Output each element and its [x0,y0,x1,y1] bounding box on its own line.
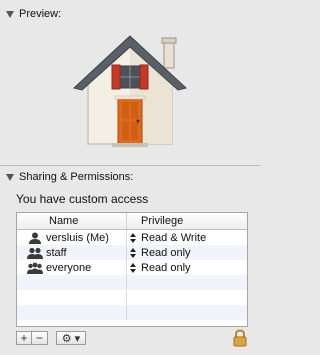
access-status: You have custom access [16,192,149,206]
user-name: versluis (Me) [46,231,109,244]
everyone-group-icon [27,262,43,274]
privilege-cell[interactable]: Read & Write [127,230,206,245]
column-header-privilege[interactable]: Privilege [127,213,183,229]
table-row[interactable]: staff Read only [17,245,247,260]
stepper-arrows-icon[interactable] [129,232,137,244]
privilege-value: Read only [141,246,191,259]
sharing-title: Sharing & Permissions: [19,171,134,183]
table-row[interactable]: versluis (Me) Read & Write [17,230,247,245]
name-cell: everyone [17,260,127,275]
permissions-table[interactable]: Name Privilege versluis (Me) Read & Writ… [16,212,248,327]
disclosure-triangle-icon[interactable] [6,173,14,181]
privilege-cell[interactable]: Read only [127,245,191,260]
section-divider [0,165,260,166]
name-cell: versluis (Me) [17,230,127,245]
lock-icon[interactable] [232,329,248,347]
name-cell: staff [17,245,127,260]
stepper-arrows-icon[interactable] [129,247,137,259]
disclosure-triangle-icon[interactable] [6,10,14,18]
sharing-header[interactable]: Sharing & Permissions: [0,169,260,185]
single-user-icon [29,232,41,244]
table-row[interactable]: everyone Read only [17,260,247,275]
stepper-arrows-icon[interactable] [129,262,137,274]
table-footer: + − ⚙ ▾ [16,330,86,346]
table-header: Name Privilege [17,213,247,230]
action-menu-button[interactable]: ⚙ ▾ [56,331,86,345]
user-name: staff [46,246,67,259]
home-folder-preview [60,22,200,154]
remove-button[interactable]: − [32,331,48,345]
privilege-value: Read & Write [141,231,207,244]
user-name: everyone [46,261,92,274]
group-icon [27,247,43,259]
privilege-value: Read only [141,261,191,274]
preview-title: Preview: [19,8,62,20]
house-icon [72,35,188,147]
column-header-name[interactable]: Name [17,213,127,229]
preview-header[interactable]: Preview: [0,6,260,22]
empty-row [17,290,247,305]
empty-row [17,305,247,320]
empty-row [17,275,247,290]
privilege-cell[interactable]: Read only [127,260,191,275]
add-button[interactable]: + [16,331,32,345]
